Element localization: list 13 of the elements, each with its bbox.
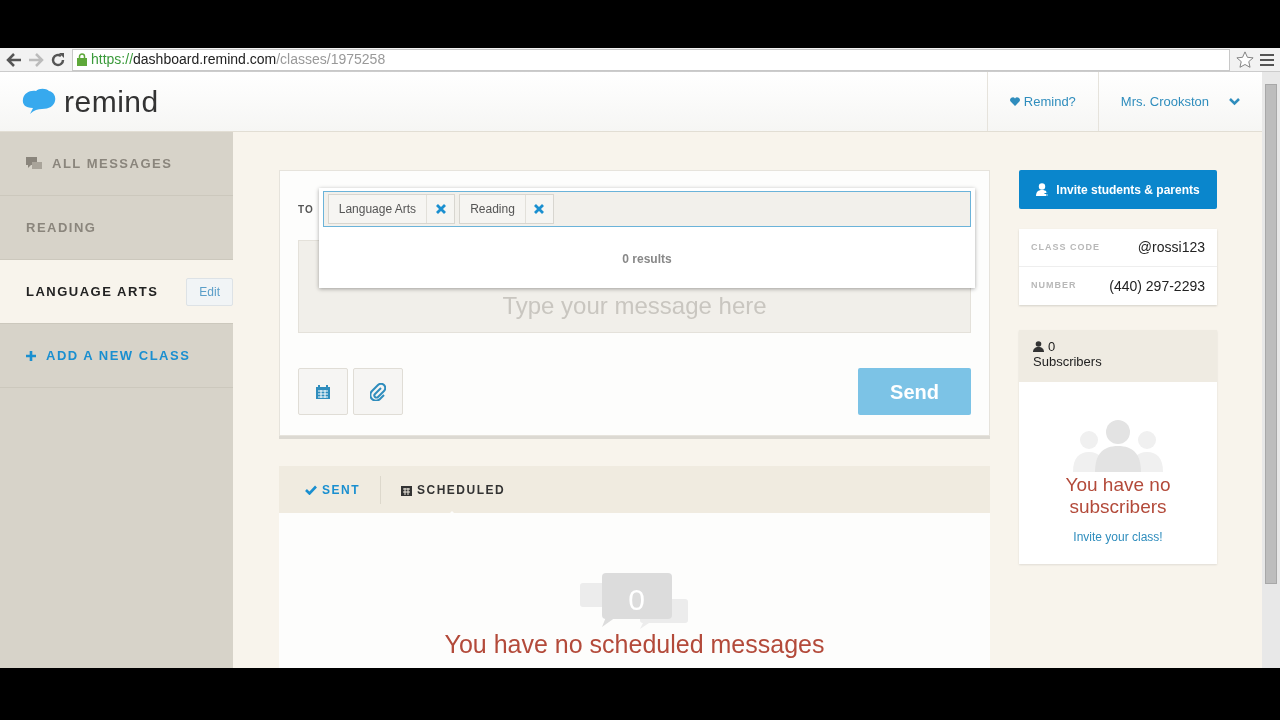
results-count: 0 results [622, 251, 672, 268]
recipient-tag: Reading [459, 194, 554, 224]
info-value: @rossi123 [1137, 238, 1205, 257]
subscribers-label: Subscribers [1033, 354, 1103, 370]
info-label: CLASS CODE [1031, 240, 1100, 254]
subscriber-count: 0 [1033, 340, 1203, 355]
recipient-tag: Language Arts [327, 194, 456, 224]
info-value: (440) 297-2293 [1109, 276, 1205, 296]
url-text: https://dashboard.remind.com/classes/1975258 [91, 50, 386, 69]
to-label: TO [298, 202, 314, 217]
empty-message: You have no scheduled messages [444, 631, 825, 659]
info-label: NUMBER [1031, 279, 1077, 293]
empty-subscribers-message: You have no subscribers [1064, 474, 1172, 518]
